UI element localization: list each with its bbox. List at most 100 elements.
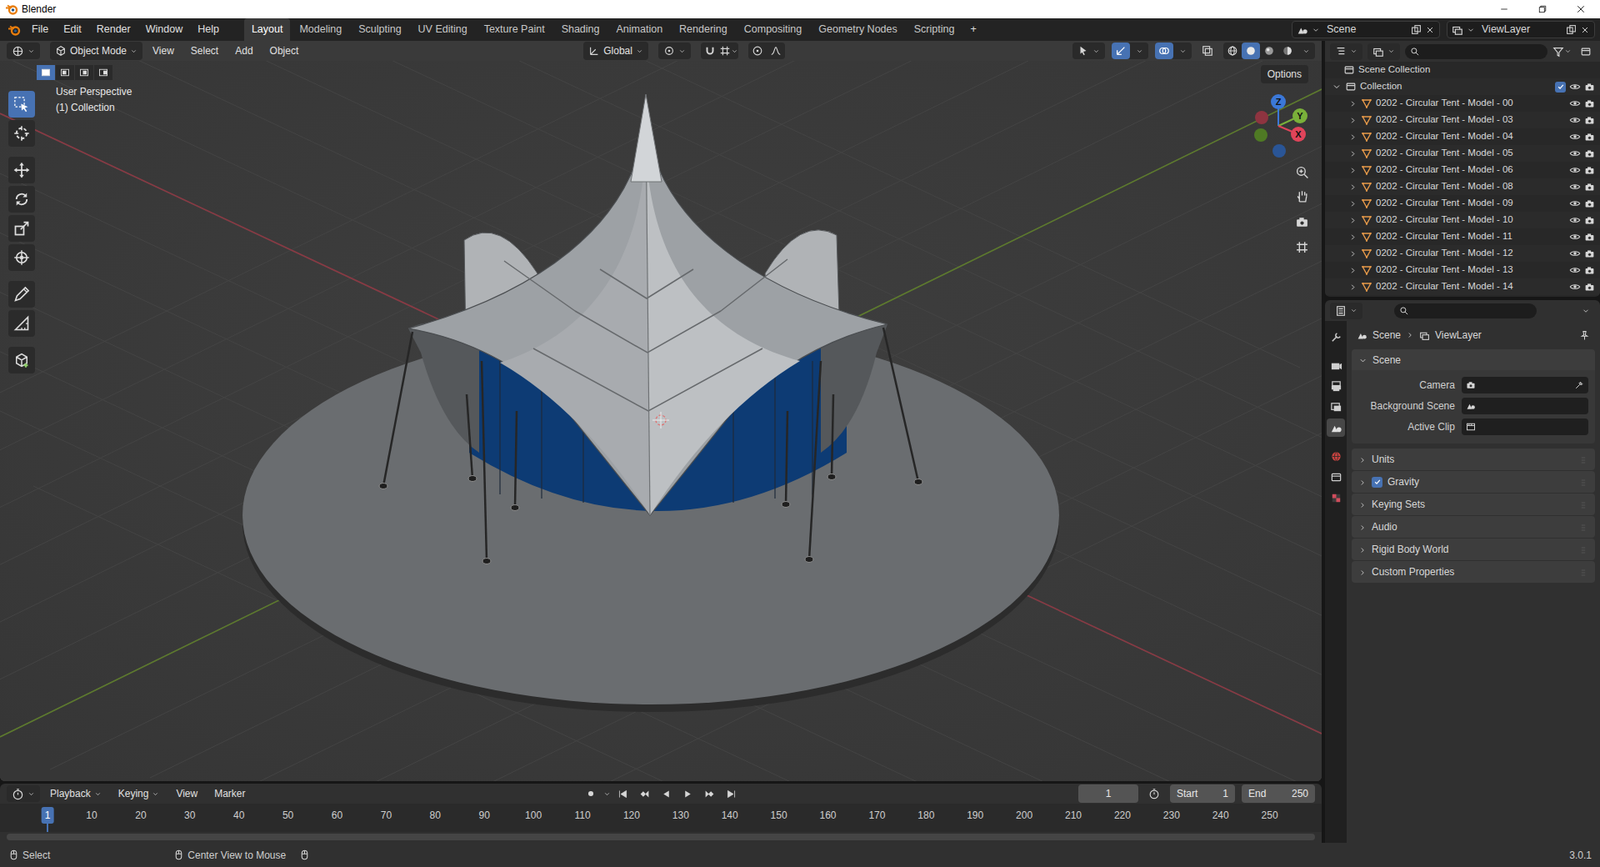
visibility-toggle[interactable] [1569, 129, 1581, 144]
view-layer-name[interactable]: ViewLayer [1481, 21, 1563, 38]
select-tool-button[interactable] [8, 90, 35, 118]
outliner-label[interactable]: 0202 - Circular Tent - Model - 04 [1375, 129, 1566, 144]
exclude-checkbox[interactable] [1555, 81, 1566, 93]
shading-rendered-button[interactable] [1278, 42, 1297, 60]
viewport-menu[interactable]: Object [263, 40, 306, 61]
field-input[interactable] [1461, 418, 1589, 435]
outliner-label[interactable]: 0202 - Circular Tent - Model - 12 [1375, 245, 1566, 260]
subpanel-header[interactable]: Gravity [1351, 470, 1595, 493]
proportional-toggle[interactable] [748, 42, 767, 60]
expand-toggle[interactable] [1358, 496, 1367, 512]
camera-view-button[interactable] [1290, 210, 1313, 233]
expand-toggle[interactable] [1358, 541, 1367, 557]
shading-solid-button[interactable] [1241, 42, 1260, 60]
subpanel-header[interactable]: Audio [1351, 515, 1595, 538]
viewport-menu[interactable]: View [145, 40, 181, 61]
workspace-tab[interactable]: Layout [244, 18, 291, 41]
snap-toggle[interactable] [700, 42, 720, 60]
collection-row[interactable]: Collection [1325, 78, 1600, 95]
select-mode-button[interactable] [55, 65, 75, 80]
new-collection-button[interactable] [1576, 43, 1595, 60]
overlay-dropdown[interactable] [1173, 42, 1192, 60]
current-frame-field[interactable]: 1 [1078, 784, 1139, 803]
cursor-tool-button[interactable] [8, 120, 35, 147]
ortho-toggle-button[interactable] [1290, 235, 1313, 258]
collection-tab[interactable] [1326, 467, 1345, 486]
outliner-item[interactable]: 0202 - Circular Tent - Model - 00 [1325, 95, 1600, 112]
visibility-toggle[interactable] [1569, 145, 1581, 160]
visibility-toggle[interactable] [1569, 112, 1581, 127]
outliner-label[interactable]: 0202 - Circular Tent - Model - 06 [1375, 162, 1566, 177]
editor-type-button[interactable] [6, 785, 40, 802]
workspace-tab[interactable]: Animation [609, 18, 671, 41]
orientation-label[interactable]: Global [603, 43, 633, 59]
frame-ruler[interactable]: 1102030405060708090100110120130140150160… [0, 803, 1322, 832]
editor-type-button[interactable] [6, 42, 40, 60]
timeline-menu-label[interactable]: Marker [214, 785, 245, 801]
shading-dropdown[interactable] [1296, 42, 1315, 60]
subpanel-checkbox[interactable] [1371, 476, 1383, 488]
end-frame[interactable]: 250 [1291, 785, 1309, 801]
pan-button[interactable] [1290, 185, 1313, 207]
minimize-button[interactable] [1485, 0, 1524, 19]
expand-toggle[interactable] [1331, 79, 1342, 94]
gizmo-dropdown[interactable] [1130, 42, 1149, 60]
outliner-label[interactable]: 0202 - Circular Tent - Model - 13 [1375, 262, 1566, 277]
viewport-menu[interactable]: Select [184, 40, 225, 61]
outliner-label[interactable]: 0202 - Circular Tent - Model - 00 [1375, 95, 1566, 110]
maximize-button[interactable] [1523, 0, 1562, 19]
outliner-item[interactable]: 0202 - Circular Tent - Model - 08 [1325, 178, 1600, 195]
play-button[interactable] [679, 785, 698, 802]
workspace-tab[interactable]: Scripting [906, 18, 963, 41]
menu-item[interactable]: File [25, 19, 55, 40]
outliner-item[interactable]: 0202 - Circular Tent - Model - 04 [1325, 128, 1600, 145]
play-reverse-button[interactable] [657, 785, 676, 802]
drag-handle-icon[interactable] [1578, 496, 1589, 512]
outliner-label[interactable]: 0202 - Circular Tent - Model - 14 [1375, 279, 1566, 294]
expand-toggle[interactable] [1358, 564, 1367, 580]
jump-end-button[interactable] [722, 785, 741, 802]
select-mode-button[interactable] [36, 65, 55, 80]
workspace-tab[interactable]: UV Editing [410, 18, 475, 41]
select-mode-button[interactable] [94, 65, 113, 80]
menu-item[interactable]: Edit [56, 19, 89, 40]
workspace-tab[interactable]: Sculpting [350, 18, 409, 41]
expand-toggle[interactable] [1358, 519, 1367, 535]
viewlayer-tab[interactable] [1326, 397, 1345, 416]
falloff-dropdown[interactable] [766, 42, 785, 60]
close-button[interactable] [1561, 0, 1600, 19]
outliner-label[interactable]: 0202 - Circular Tent - Model - 03 [1375, 112, 1566, 127]
transform-tool-button[interactable] [8, 244, 35, 271]
expand-toggle[interactable] [1358, 474, 1367, 490]
display-mode-dropdown[interactable] [1367, 43, 1400, 60]
timeline-menu-label[interactable]: Playback [50, 785, 91, 801]
field-input[interactable] [1461, 397, 1589, 415]
viewport-menu[interactable]: Add [228, 40, 260, 61]
expand-toggle[interactable] [1358, 451, 1367, 467]
mode-dropdown[interactable]: Object Mode [50, 41, 143, 60]
end-frame-field[interactable]: End250 [1241, 784, 1315, 803]
subpanel-header[interactable]: Custom Properties [1351, 560, 1595, 583]
outliner-item[interactable]: 0202 - Circular Tent - Model - 06 [1325, 161, 1600, 179]
prev-key-button[interactable] [635, 785, 655, 802]
add-workspace-button[interactable]: + [963, 19, 983, 40]
visibility-toggle[interactable] [1569, 212, 1581, 227]
view-layer-selector[interactable]: ViewLayer [1446, 20, 1595, 39]
select-mode-button[interactable] [75, 65, 94, 80]
tool-tab[interactable] [1326, 327, 1345, 346]
workspace-tab[interactable]: Compositing [736, 18, 810, 41]
preview-range-toggle[interactable] [1145, 785, 1164, 802]
expand-toggle[interactable] [1358, 352, 1368, 368]
visibility-toggle[interactable] [1569, 245, 1581, 260]
editor-type-button[interactable] [1330, 302, 1363, 320]
field-input[interactable] [1461, 376, 1589, 394]
outliner-label[interactable]: 0202 - Circular Tent - Model - 09 [1375, 195, 1566, 210]
outliner-item[interactable]: 0202 - Circular Tent - Model - 14 [1325, 278, 1600, 295]
visibility-toggle[interactable] [1569, 195, 1581, 210]
drag-handle-icon[interactable] [1578, 474, 1589, 490]
breadcrumb-item[interactable]: Scene [1372, 327, 1401, 343]
scene-collection-row[interactable]: Scene Collection [1325, 61, 1600, 79]
outliner-search[interactable] [1405, 44, 1548, 60]
current-frame[interactable]: 1 [1105, 785, 1112, 801]
move-tool-button[interactable] [8, 156, 35, 184]
